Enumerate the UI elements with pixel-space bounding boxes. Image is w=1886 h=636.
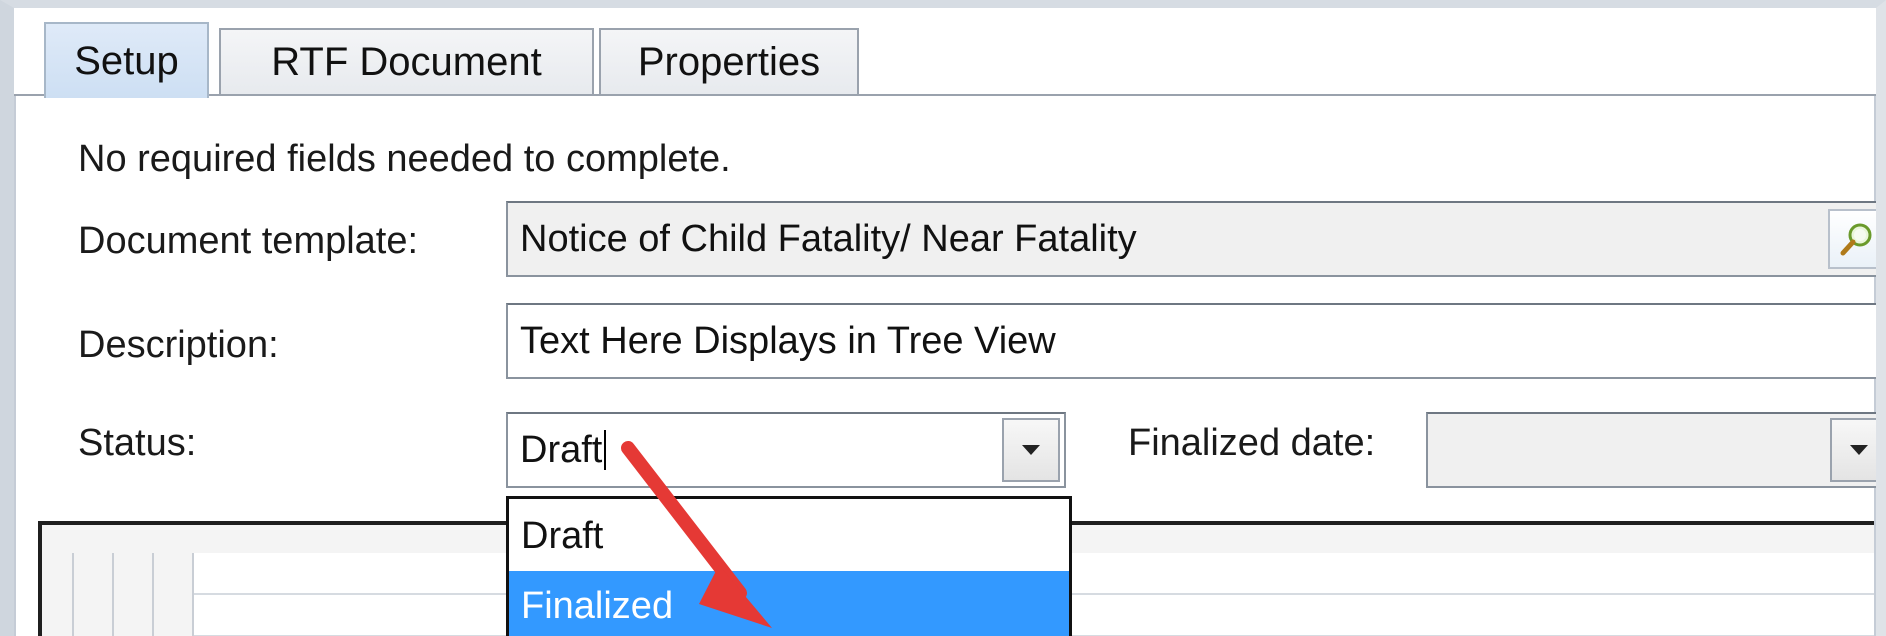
- status-combobox[interactable]: Draft: [506, 412, 1066, 488]
- panel-column-line: [72, 553, 74, 636]
- chevron-down-icon: [1022, 445, 1040, 455]
- description-value: Text Here Displays in Tree View: [520, 319, 1056, 362]
- status-option-draft[interactable]: Draft: [509, 501, 1069, 571]
- tab-bar: Setup RTF Document Properties: [14, 8, 1876, 98]
- document-window: Setup RTF Document Properties No require…: [0, 0, 1886, 636]
- panel-column-line: [152, 553, 154, 636]
- finalized-date-dropdown-button[interactable]: [1830, 418, 1876, 482]
- status-dropdown-button[interactable]: [1002, 418, 1060, 482]
- status-value: Draft: [520, 428, 603, 471]
- description-label: Description:: [78, 324, 279, 366]
- template-lookup-button[interactable]: [1828, 209, 1876, 269]
- tab-properties[interactable]: Properties: [599, 28, 859, 94]
- description-input[interactable]: Text Here Displays in Tree View: [506, 303, 1876, 379]
- tab-rtf-document[interactable]: RTF Document: [219, 28, 594, 94]
- setup-panel: No required fields needed to complete. D…: [14, 96, 1876, 636]
- text-caret: [604, 430, 607, 470]
- status-dropdown-list: Draft Finalized: [506, 496, 1072, 636]
- document-template-field[interactable]: Notice of Child Fatality/ Near Fatality: [506, 201, 1876, 277]
- panel-column-line: [112, 553, 114, 636]
- status-label: Status:: [78, 422, 197, 464]
- document-template-value: Notice of Child Fatality/ Near Fatality: [520, 217, 1137, 260]
- status-option-finalized[interactable]: Finalized: [509, 571, 1069, 636]
- required-fields-note: No required fields needed to complete.: [78, 138, 731, 180]
- magnifier-icon: [1840, 223, 1872, 256]
- document-template-label: Document template:: [78, 220, 419, 262]
- chevron-down-icon: [1850, 445, 1868, 455]
- tab-setup[interactable]: Setup: [44, 22, 209, 98]
- finalized-date-combobox[interactable]: [1426, 412, 1876, 488]
- finalized-date-label: Finalized date:: [1128, 422, 1376, 464]
